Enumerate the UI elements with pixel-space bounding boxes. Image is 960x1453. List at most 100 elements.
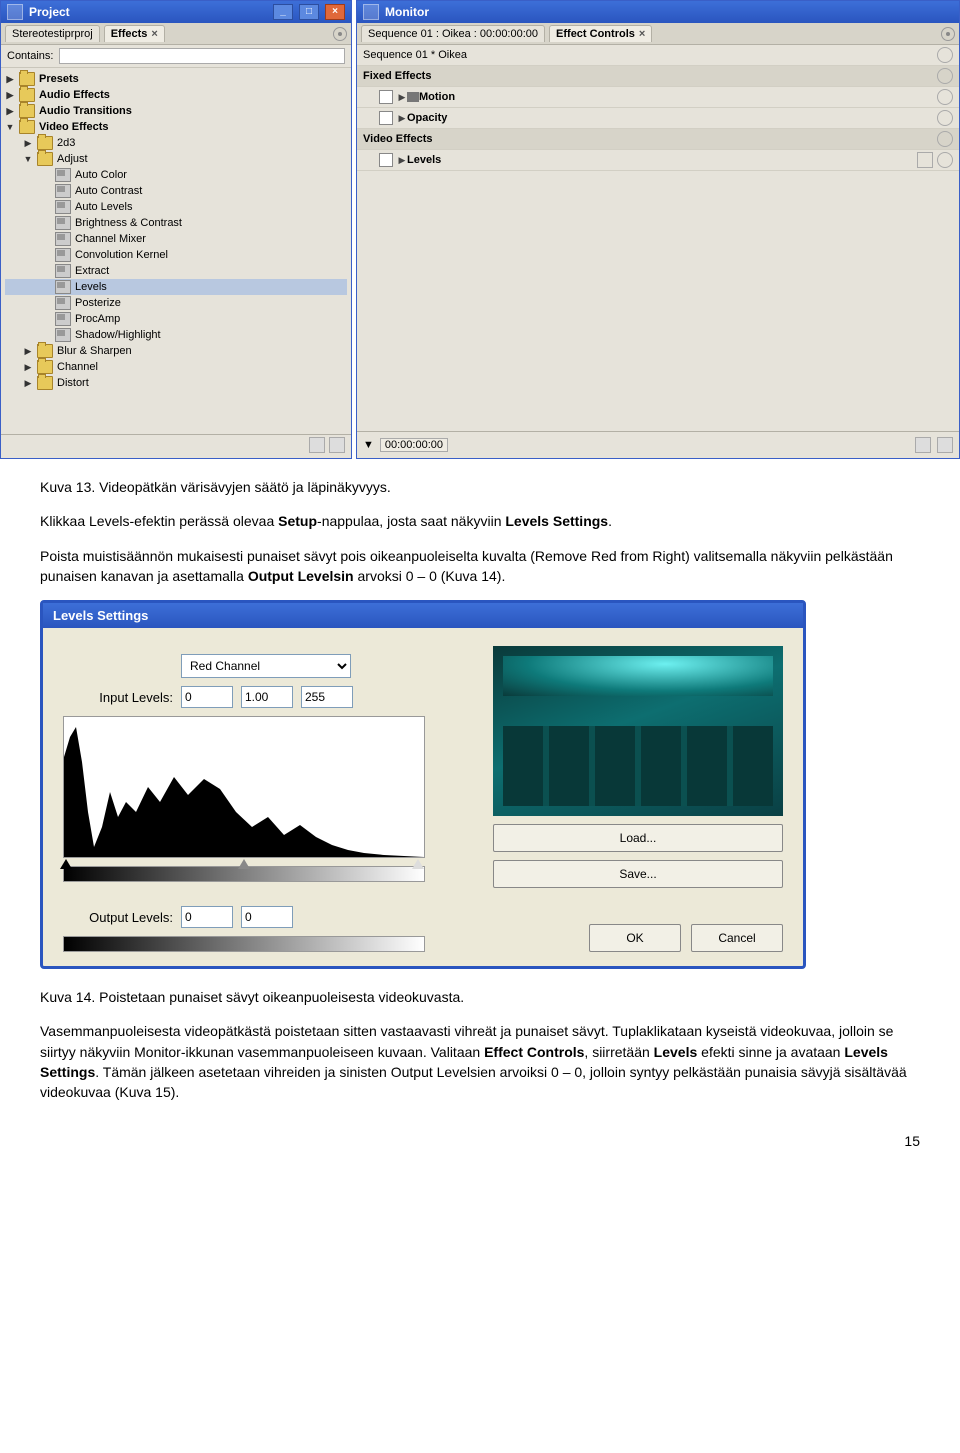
input-white[interactable]	[301, 686, 353, 708]
tree-item[interactable]: Auto Color	[5, 167, 347, 183]
tree-item-label: Audio Effects	[39, 89, 110, 101]
tree-item[interactable]: Auto Levels	[5, 199, 347, 215]
tree-item[interactable]: ▼Video Effects	[5, 119, 347, 135]
tree-item[interactable]: Auto Contrast	[5, 183, 347, 199]
channel-select[interactable]: Red Channel	[181, 654, 351, 678]
preview-image	[493, 646, 783, 816]
tree-item-label: Audio Transitions	[39, 105, 132, 117]
output-slider[interactable]	[63, 936, 425, 952]
levels-row[interactable]: ▶ Levels	[357, 150, 959, 171]
effect-icon	[55, 280, 71, 294]
monitor-titlebar: Monitor	[357, 1, 959, 23]
new-bin-icon[interactable]	[309, 437, 325, 453]
black-point-handle[interactable]	[60, 859, 72, 869]
tree-item[interactable]: ProcAmp	[5, 311, 347, 327]
disclosure-arrow-icon[interactable]: ▶	[23, 362, 33, 373]
input-slider[interactable]	[63, 866, 425, 882]
tree-item[interactable]: Levels	[5, 279, 347, 295]
disclosure-arrow-icon[interactable]: ▼	[5, 122, 15, 132]
close-icon[interactable]: ×	[639, 28, 645, 40]
project-footer	[1, 434, 351, 455]
dialog-left: Red Channel Input Levels:	[63, 646, 477, 952]
paragraph-1: Klikkaa Levels-efektin perässä olevaa Se…	[40, 511, 920, 531]
disclosure-arrow-icon[interactable]: ▶	[23, 138, 33, 149]
disclosure-arrow-icon[interactable]: ▶	[5, 106, 15, 117]
collapse-icon[interactable]	[937, 47, 953, 63]
monitor-footer: ▼ 00:00:00:00	[357, 431, 959, 458]
cancel-button[interactable]: Cancel	[691, 924, 783, 952]
tree-item[interactable]: ▶ Audio Transitions	[5, 103, 347, 119]
disclosure-arrow-icon[interactable]: ▶	[5, 74, 15, 85]
input-gamma[interactable]	[241, 686, 293, 708]
monitor-title: Monitor	[385, 5, 429, 19]
panel-menu-icon[interactable]	[333, 27, 347, 41]
body-text-2: Kuva 14. Poistetaan punaiset sävyt oikea…	[40, 987, 920, 1102]
minimize-button[interactable]: _	[273, 4, 293, 20]
tree-item[interactable]: Posterize	[5, 295, 347, 311]
tree-item-label: Brightness & Contrast	[75, 217, 182, 229]
tree-item-label: Channel Mixer	[75, 233, 146, 245]
motion-row[interactable]: ▶ Motion	[357, 87, 959, 108]
disclosure-arrow-icon[interactable]: ▶	[5, 90, 15, 101]
disclosure-arrow-icon[interactable]: ▶	[23, 346, 33, 357]
tree-item-label: Presets	[39, 73, 79, 85]
tree-item[interactable]: ▶ Blur & Sharpen	[5, 343, 347, 359]
tree-item[interactable]: ▶ Audio Effects	[5, 87, 347, 103]
opacity-row[interactable]: ▶ Opacity	[357, 108, 959, 129]
tree-item[interactable]: Shadow/Highlight	[5, 327, 347, 343]
tab-effect-controls[interactable]: Effect Controls×	[549, 25, 652, 42]
zoom-icon[interactable]	[915, 437, 931, 453]
tree-item[interactable]: Extract	[5, 263, 347, 279]
tree-item[interactable]: Channel Mixer	[5, 231, 347, 247]
monitor-tabrow: Sequence 01 : Oikea : 00:00:00:00 Effect…	[357, 23, 959, 45]
tree-item[interactable]: ▶ Presets	[5, 71, 347, 87]
close-icon[interactable]: ×	[151, 28, 157, 40]
tree-item[interactable]: ▶2d3	[5, 135, 347, 151]
output-black[interactable]	[181, 906, 233, 928]
reset-icon[interactable]	[937, 89, 953, 105]
load-button[interactable]: Load...	[493, 824, 783, 852]
tree-item-label: Blur & Sharpen	[57, 345, 132, 357]
maximize-button[interactable]: □	[299, 4, 319, 20]
tab-effects[interactable]: Effects×	[104, 25, 165, 42]
tab-sequence[interactable]: Sequence 01 : Oikea : 00:00:00:00	[361, 25, 545, 42]
disclosure-arrow-icon[interactable]: ▶	[23, 378, 33, 389]
setup-icon[interactable]	[917, 152, 933, 168]
tree-item-label: Auto Color	[75, 169, 127, 181]
monitor-panel: Monitor Sequence 01 : Oikea : 00:00:00:0…	[356, 0, 960, 459]
folder-icon	[19, 104, 35, 118]
dialog-title: Levels Settings	[43, 603, 803, 628]
panel-menu-icon[interactable]	[941, 27, 955, 41]
output-white[interactable]	[241, 906, 293, 928]
reset-icon[interactable]	[937, 110, 953, 126]
ok-button[interactable]: OK	[589, 924, 681, 952]
fx-toggle[interactable]	[379, 111, 393, 125]
dialog-right: Load... Save... OK Cancel	[493, 646, 783, 952]
white-point-handle[interactable]	[412, 859, 424, 869]
tree-item[interactable]: ▶Channel	[5, 359, 347, 375]
delete-icon[interactable]	[329, 437, 345, 453]
save-button[interactable]: Save...	[493, 860, 783, 888]
input-black[interactable]	[181, 686, 233, 708]
tab-project-file[interactable]: Stereotestiprproj	[5, 25, 100, 42]
tree-item[interactable]: ▶Distort	[5, 375, 347, 391]
search-input[interactable]	[59, 48, 345, 64]
project-titlebar: Project _ □ ×	[1, 1, 351, 23]
reset-icon[interactable]	[937, 152, 953, 168]
tree-item[interactable]: Brightness & Contrast	[5, 215, 347, 231]
timecode[interactable]: 00:00:00:00	[380, 438, 448, 452]
gamma-handle[interactable]	[238, 859, 250, 869]
toggle-icon[interactable]	[937, 68, 953, 84]
effects-tree: ▶ Presets ▶ Audio Effects ▶ Audio Transitions…	[1, 68, 351, 434]
disclosure-arrow-icon[interactable]: ▼	[23, 154, 33, 164]
fx-toggle[interactable]	[379, 90, 393, 104]
tree-item[interactable]: ▼Adjust	[5, 151, 347, 167]
tree-item[interactable]: Convolution Kernel	[5, 247, 347, 263]
effect-icon	[55, 312, 71, 326]
tree-item-label: Auto Contrast	[75, 185, 142, 197]
trash-icon[interactable]	[937, 437, 953, 453]
close-button[interactable]: ×	[325, 4, 345, 20]
toggle-icon[interactable]	[937, 131, 953, 147]
fx-toggle[interactable]	[379, 153, 393, 167]
paragraph-2: Poista muistisäännön mukaisesti punaiset…	[40, 546, 920, 587]
